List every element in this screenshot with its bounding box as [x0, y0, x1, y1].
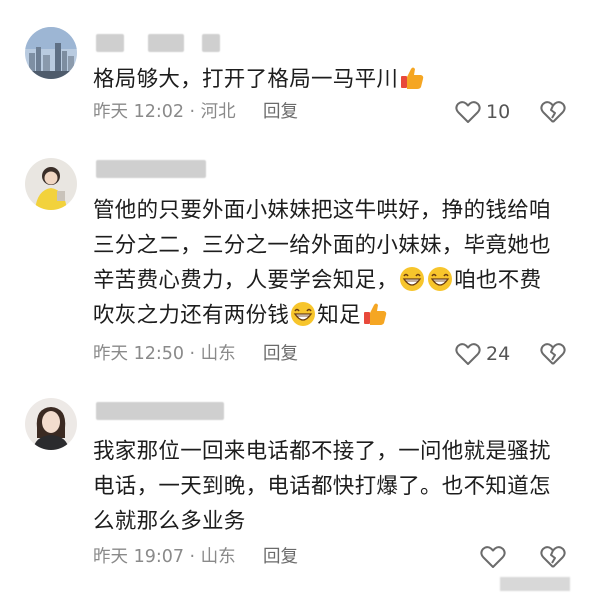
reply-button[interactable]: 回复	[263, 100, 298, 124]
like-count: 10	[486, 101, 511, 123]
comment-line-text: 辛苦费心费力，人要学会知足，	[93, 268, 399, 293]
comment-line: 我家那位一回来电话都不接了，一问他就是骚扰	[93, 439, 551, 464]
like-button[interactable]	[480, 543, 506, 571]
heart-icon	[455, 343, 481, 365]
comment-line: 管他的只要外面小妹妹把这牛哄好，挣的钱给咱	[93, 198, 551, 223]
grinning-face-icon	[291, 302, 316, 326]
comment-line: 三分之二，三分之一给外面的小妹妹，毕竟她也	[93, 233, 551, 258]
comment-meta: 昨天 12:02 · 河北 回复	[93, 100, 298, 124]
dislike-button[interactable]	[540, 99, 566, 125]
comment-line: 辛苦费心费力，人要学会知足， 咱也不费	[93, 263, 573, 298]
thumbs-up-icon	[401, 67, 424, 89]
reply-button[interactable]: 回复	[263, 545, 298, 569]
heart-icon	[480, 546, 506, 568]
comment-time-location: 昨天 12:50 · 山东	[93, 344, 236, 364]
comment-line: 格局够大，打开了格局一马平川	[93, 67, 399, 92]
broken-heart-icon	[540, 101, 566, 123]
heart-icon	[455, 101, 481, 123]
comment-line: 电话，一天到晚，电话都快打爆了。也不知道怎	[93, 474, 551, 499]
like-button[interactable]: 24	[455, 340, 510, 368]
avatar[interactable]	[25, 398, 77, 450]
watermark-blurred	[500, 577, 570, 591]
comment-text: 格局够大，打开了格局一马平川	[93, 62, 573, 97]
comment-line-text: 知足	[317, 303, 361, 328]
avatar[interactable]	[25, 158, 77, 210]
broken-heart-icon	[540, 343, 566, 365]
comment-line: 吹灰之力还有两份钱 知足	[93, 298, 573, 333]
dislike-button[interactable]	[540, 341, 566, 367]
grinning-face-icon	[400, 267, 425, 291]
comment-time-location: 昨天 19:07 · 山东	[93, 547, 236, 567]
comment-text: 我家那位一回来电话都不接了，一问他就是骚扰 电话，一天到晚，电话都快打爆了。也不…	[93, 434, 573, 539]
like-count: 24	[486, 343, 511, 365]
comment-meta: 昨天 19:07 · 山东 回复	[93, 545, 298, 569]
comment-time-location: 昨天 12:02 · 河北	[93, 102, 236, 122]
avatar[interactable]	[25, 27, 77, 79]
comment-text: 管他的只要外面小妹妹把这牛哄好，挣的钱给咱 三分之二，三分之一给外面的小妹妹，毕…	[93, 193, 573, 333]
comment-meta: 昨天 12:50 · 山东 回复	[93, 342, 298, 366]
like-button[interactable]: 10	[455, 98, 510, 126]
reply-button[interactable]: 回复	[263, 342, 298, 366]
dislike-button[interactable]	[540, 544, 566, 570]
comment-list: 格局够大，打开了格局一马平川 昨天 12:02 · 河北 回复 10 管他的只要…	[0, 0, 592, 597]
comment-line: 么就那么多业务	[93, 509, 246, 534]
thumbs-up-icon	[363, 303, 387, 325]
broken-heart-icon	[540, 546, 566, 568]
comment-line-text: 咱也不费	[454, 268, 542, 293]
grinning-face-icon	[428, 267, 453, 291]
comment-line-text: 吹灰之力还有两份钱	[93, 303, 290, 328]
